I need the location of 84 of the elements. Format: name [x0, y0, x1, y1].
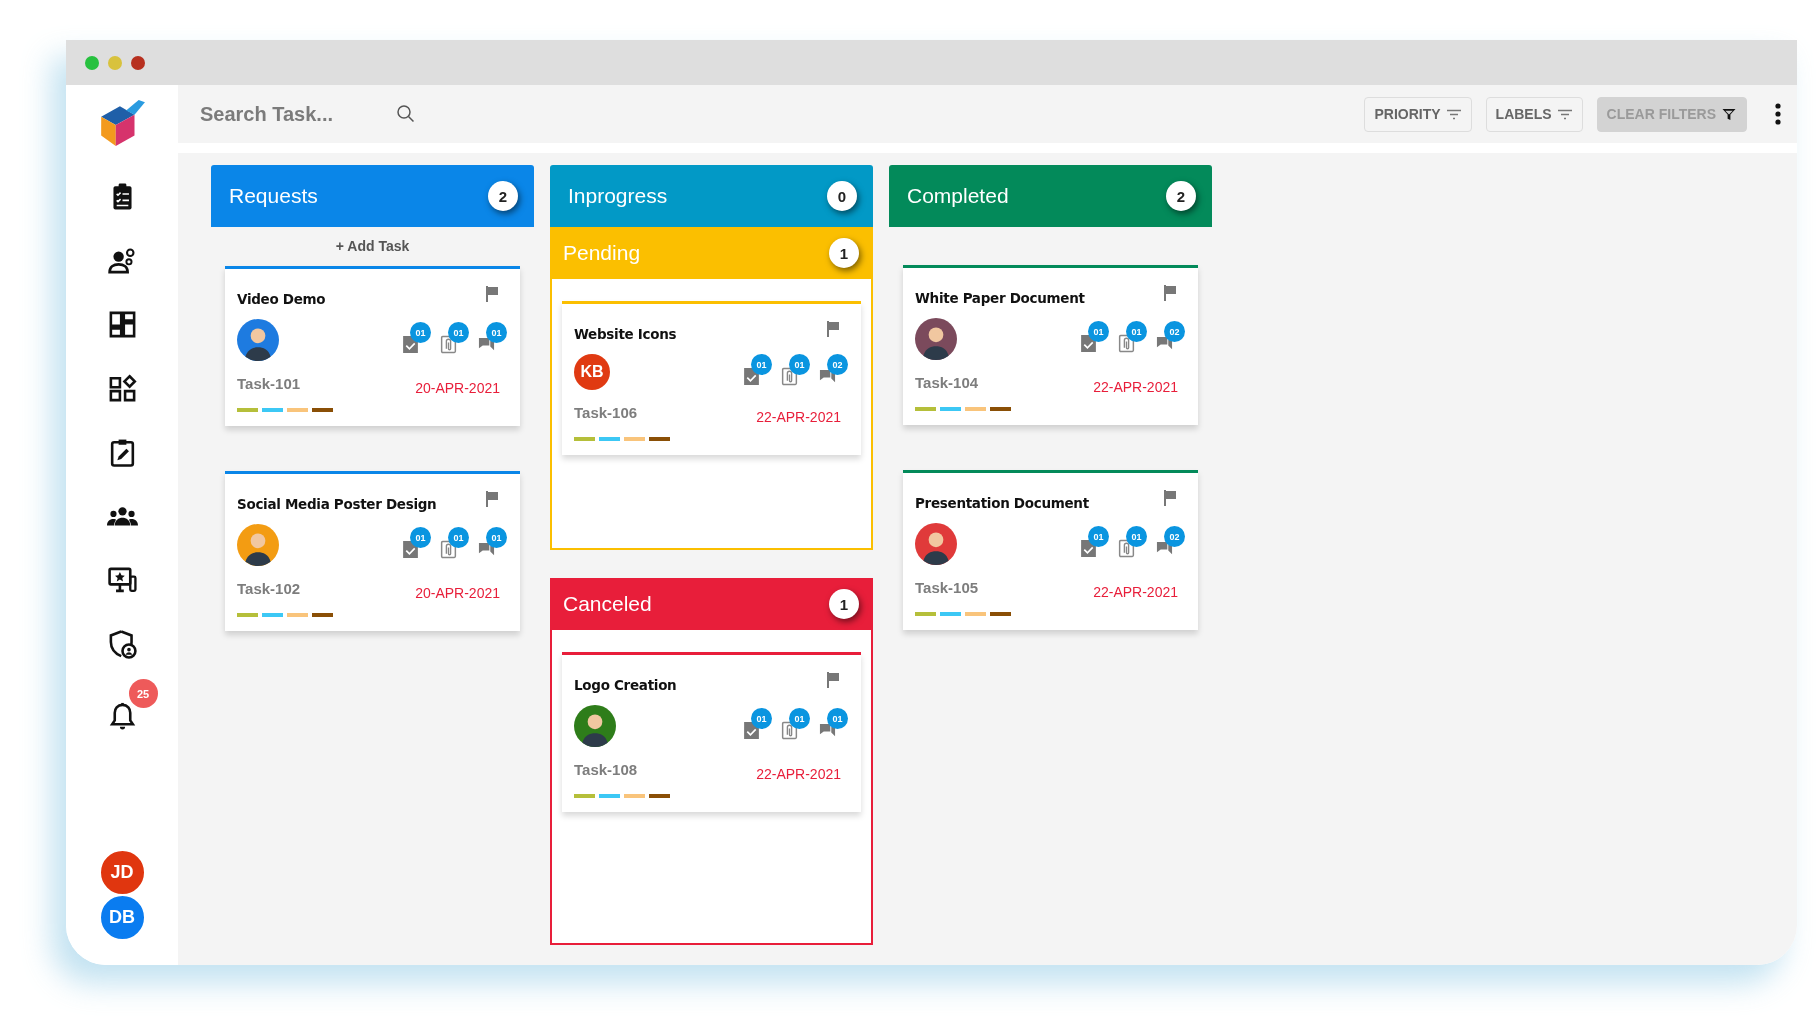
attachment-count-badge: 01	[448, 527, 469, 548]
attachment-count-badge: 01	[789, 708, 810, 729]
sublane-title: Pending	[563, 241, 641, 265]
attachment-count-badge: 01	[1126, 526, 1147, 547]
task-title: White Paper Document	[915, 290, 1085, 306]
flag-icon[interactable]	[825, 671, 841, 689]
flag-icon[interactable]	[1162, 284, 1178, 302]
checklist-count-badge: 01	[410, 527, 431, 548]
comments-count-badge: 02	[1164, 526, 1185, 547]
checklist-count-badge: 01	[410, 322, 431, 343]
task-title: Presentation Document	[915, 495, 1089, 511]
task-title: Social Media Poster Design	[237, 496, 437, 512]
due-date: 22-APR-2021	[1093, 379, 1178, 395]
lane-title: Inprogress	[568, 184, 668, 208]
task-card[interactable]: Video Demo 01 01 01 Task-101 20-APR-2021	[225, 266, 520, 426]
comments-count-badge: 02	[1164, 321, 1185, 342]
filter-lines-icon	[1445, 107, 1462, 121]
due-date: 20-APR-2021	[415, 585, 500, 601]
attachment-icon[interactable]	[1118, 334, 1135, 353]
attachment-icon[interactable]	[781, 367, 798, 386]
filter-lines-icon	[1556, 107, 1573, 121]
flag-icon[interactable]	[484, 490, 500, 508]
checklist-count-badge: 01	[751, 354, 772, 375]
flag-icon[interactable]	[1162, 489, 1178, 507]
comments-count-badge: 01	[486, 322, 507, 343]
lane-title: Requests	[229, 184, 318, 208]
search-field[interactable]: Search Task...	[198, 101, 382, 127]
checklist-count-badge: 01	[1088, 321, 1109, 342]
task-id: Task-106	[574, 404, 638, 421]
due-date: 22-APR-2021	[756, 766, 841, 782]
funnel-icon	[1721, 107, 1737, 121]
lane-count-badge: 2	[488, 181, 518, 211]
attachment-count-badge: 01	[448, 322, 469, 343]
search-icon[interactable]	[396, 104, 416, 124]
task-id: Task-104	[915, 374, 979, 391]
task-title: Video Demo	[237, 291, 326, 307]
task-card[interactable]: Logo Creation 01 01 01 Task-108 22-APR-2021	[562, 652, 861, 812]
add-task-link[interactable]: + Add Task	[335, 238, 410, 254]
assignee-avatar: KB	[574, 354, 610, 390]
due-date: 22-APR-2021	[756, 409, 841, 425]
task-card[interactable]: Presentation Document 01 01 02 Task-105 22-APR-2021	[903, 470, 1198, 630]
due-date: 22-APR-2021	[1093, 584, 1178, 600]
comments-count-badge: 02	[827, 354, 848, 375]
attachment-icon[interactable]	[440, 335, 457, 354]
task-id: Task-108	[574, 761, 638, 778]
task-title: Logo Creation	[574, 677, 677, 693]
task-card[interactable]: White Paper Document 01 01 02 Task-104 22-APR-2021	[903, 265, 1198, 425]
due-date: 20-APR-2021	[415, 380, 500, 396]
checklist-icon[interactable]	[1080, 334, 1097, 353]
task-id: Task-102	[237, 580, 301, 597]
checklist-icon[interactable]	[743, 721, 760, 740]
task-card[interactable]: Social Media Poster Design 01 01 01 Task-102 20-APR-2021	[225, 471, 520, 631]
notification-count-badge: 25	[128, 679, 158, 708]
sublane-count-badge: 1	[829, 589, 859, 619]
attachment-icon[interactable]	[440, 540, 457, 559]
attachment-count-badge: 01	[1126, 321, 1147, 342]
sublane-count-badge: 1	[829, 238, 859, 268]
lane-count-badge: 0	[827, 181, 857, 211]
task-title: Website Icons	[574, 326, 677, 342]
checklist-count-badge: 01	[1088, 526, 1109, 547]
filter-button[interactable]: LABELS	[1485, 96, 1583, 132]
flag-icon[interactable]	[825, 320, 841, 338]
more-options-icon[interactable]	[1775, 102, 1781, 126]
filter-button[interactable]: PRIORITY	[1364, 96, 1472, 132]
comments-count-badge: 01	[827, 708, 848, 729]
checklist-icon[interactable]	[402, 540, 419, 559]
maximize-window-button[interactable]	[131, 55, 145, 70]
sublane-title: Canceled	[563, 592, 652, 616]
flag-icon[interactable]	[484, 285, 500, 303]
comments-count-badge: 01	[486, 527, 507, 548]
checklist-icon[interactable]	[1080, 539, 1097, 558]
checklist-icon[interactable]	[402, 335, 419, 354]
checklist-count-badge: 01	[751, 708, 772, 729]
checklist-icon[interactable]	[743, 367, 760, 386]
task-id: Task-101	[237, 375, 301, 392]
attachment-icon[interactable]	[781, 721, 798, 740]
user-avatar[interactable]: JD	[98, 849, 146, 896]
lane-title: Completed	[907, 184, 1009, 208]
lane-count-badge: 2	[1166, 181, 1196, 211]
task-id: Task-105	[915, 579, 979, 596]
user-avatar[interactable]: DB	[98, 894, 146, 941]
task-card[interactable]: Website Icons KB 01 01 02 Task-106 22-APR-2021	[562, 301, 861, 455]
attachment-icon[interactable]	[1118, 539, 1135, 558]
attachment-count-badge: 01	[789, 354, 810, 375]
